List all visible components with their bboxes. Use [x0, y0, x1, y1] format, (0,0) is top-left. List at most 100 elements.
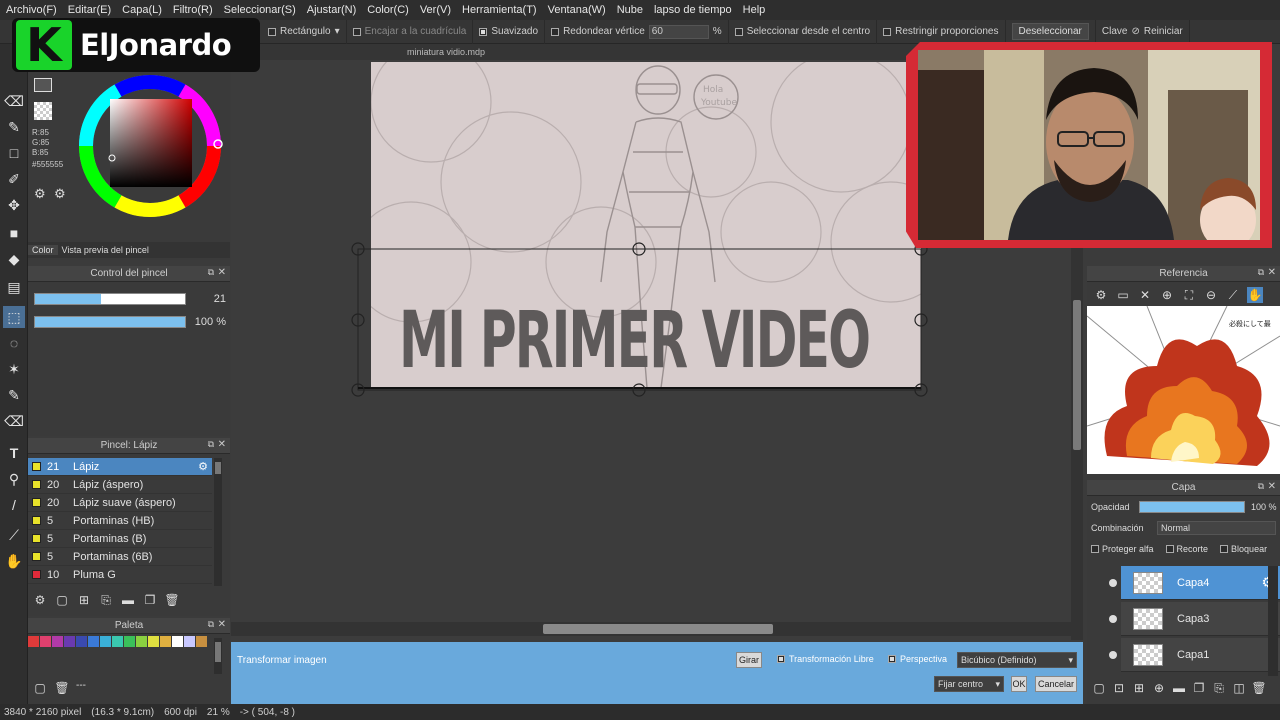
trash-icon[interactable]: 🗑: [164, 592, 180, 608]
palette-swatch[interactable]: [64, 636, 75, 647]
dropper-icon[interactable]: ⚲: [3, 468, 25, 490]
free-transform-option[interactable]: Transformación Libre: [777, 654, 874, 664]
close-icon[interactable]: ✕: [218, 619, 226, 630]
zoom-in-icon[interactable]: ⊕: [1159, 287, 1175, 303]
pivot-select[interactable]: Fijar centro ▾: [934, 676, 1004, 692]
bucket-icon[interactable]: ◆: [3, 248, 25, 270]
vertical-scroll-thumb[interactable]: [1073, 300, 1081, 450]
palette-swatch[interactable]: [172, 636, 183, 647]
palette-icon[interactable]: ⚙: [34, 186, 46, 202]
layer-row[interactable]: Capa4⚙: [1121, 566, 1280, 600]
palette-swatch[interactable]: [52, 636, 63, 647]
perspective-checkbox[interactable]: [888, 655, 896, 663]
close-icon[interactable]: ✕: [218, 267, 226, 278]
eye-icon[interactable]: [1109, 579, 1117, 587]
folder-icon[interactable]: ▬: [120, 592, 136, 608]
round-value-input[interactable]: 60: [648, 24, 709, 39]
layer-row[interactable]: Capa3: [1121, 602, 1280, 636]
magic-eraser-icon[interactable]: ✎: [3, 116, 25, 138]
line-pen-icon[interactable]: /: [3, 494, 25, 516]
popout-icon[interactable]: ⧉: [208, 439, 214, 450]
text-tool-icon[interactable]: T: [3, 442, 25, 464]
center-checkbox[interactable]: [734, 27, 743, 36]
popout-icon[interactable]: ⧉: [1258, 267, 1264, 278]
clip-option[interactable]: Recorte: [1165, 544, 1208, 554]
rotate-button[interactable]: Girar: [736, 652, 762, 668]
layer-opacity-slider[interactable]: [1139, 501, 1245, 513]
layer-scrollbar[interactable]: [1268, 566, 1278, 676]
hand-icon[interactable]: ✋: [3, 550, 25, 572]
merge-icon[interactable]: ⎘: [1211, 680, 1227, 696]
ok-button[interactable]: OK: [1011, 676, 1027, 692]
clave-option[interactable]: Clave ⊘ Reiniciar: [1096, 19, 1190, 44]
smooth-checkbox[interactable]: [479, 27, 488, 36]
layer-row[interactable]: Capa1: [1121, 638, 1280, 672]
menu-color[interactable]: Color(C): [367, 4, 409, 16]
brush-item[interactable]: 20 Lápiz (áspero): [28, 476, 212, 494]
smooth-option[interactable]: Suavizado: [473, 19, 546, 44]
palette-swatch[interactable]: [28, 636, 39, 647]
menu-editar[interactable]: Editar(E): [68, 4, 111, 16]
close-icon[interactable]: ✕: [1268, 481, 1276, 492]
snap-checkbox[interactable]: [352, 27, 361, 36]
brush-item[interactable]: 5 Portaminas (6B): [28, 548, 212, 566]
gradient-icon[interactable]: ▤: [3, 276, 25, 298]
brush-settings-icon[interactable]: ⚙: [32, 592, 48, 608]
menu-help[interactable]: Help: [743, 4, 766, 16]
gear-icon[interactable]: ⚙: [1093, 287, 1109, 303]
close-icon[interactable]: ✕: [1137, 287, 1153, 303]
new-layer-icon[interactable]: ▢: [1091, 680, 1107, 696]
trash-icon[interactable]: 🗑: [54, 680, 70, 696]
palette-swatch[interactable]: [148, 636, 159, 647]
snap-option[interactable]: Encajar a la cuadrícula: [347, 19, 474, 44]
perspective-option[interactable]: Perspectiva: [888, 654, 947, 664]
menu-seleccionar[interactable]: Seleccionar(S): [224, 4, 296, 16]
menu-herramienta[interactable]: Herramienta(T): [462, 4, 537, 16]
palette-swatch[interactable]: [124, 636, 135, 647]
round-option[interactable]: Redondear vértice 60 %: [545, 19, 729, 44]
center-option[interactable]: Seleccionar desde el centro: [729, 19, 878, 44]
menu-filtro[interactable]: Filtro(R): [173, 4, 213, 16]
menu-ver[interactable]: Ver(V): [420, 4, 451, 16]
zoom-out-icon[interactable]: ⊖: [1203, 287, 1219, 303]
palette-swatch[interactable]: [40, 636, 51, 647]
palette-swatch[interactable]: [88, 636, 99, 647]
palette-settings-icon[interactable]: ⚙: [54, 186, 66, 202]
tab-color[interactable]: Color: [28, 245, 58, 255]
menu-nube[interactable]: Nube: [617, 4, 643, 16]
eyedropper-icon[interactable]: ⟋: [3, 524, 25, 546]
add-brush-icon[interactable]: ⊞: [76, 592, 92, 608]
reference-image[interactable]: 必殺にして最: [1087, 306, 1280, 474]
new-page-icon[interactable]: ▢: [32, 680, 48, 696]
blend-select[interactable]: Normal: [1157, 521, 1276, 535]
select-eraser-icon[interactable]: ⌫: [3, 410, 25, 432]
select-rect-icon[interactable]: ⬚: [3, 306, 25, 328]
brush-item[interactable]: 21 Lápiz ⚙: [28, 458, 212, 476]
new-raster-icon[interactable]: ⊡: [1111, 680, 1127, 696]
folder-icon[interactable]: ▭: [1115, 287, 1131, 303]
free-transform-checkbox[interactable]: [777, 655, 785, 663]
lasso-icon[interactable]: ◌: [3, 332, 25, 354]
horizontal-scroll-thumb[interactable]: [543, 624, 773, 634]
menu-ajustar[interactable]: Ajustar(N): [307, 4, 357, 16]
brush-item[interactable]: 10 Pluma G: [28, 566, 212, 584]
deselect-button[interactable]: Deseleccionar: [1011, 23, 1089, 40]
copy-brush-icon[interactable]: ⎘: [98, 592, 114, 608]
palette-swatch[interactable]: [184, 636, 195, 647]
mask-icon[interactable]: ◫: [1231, 680, 1247, 696]
transparent-swatch[interactable]: [34, 102, 52, 120]
select-pen-icon[interactable]: ✎: [3, 384, 25, 406]
menu-capa[interactable]: Capa(L): [122, 4, 162, 16]
palette-swatch[interactable]: [196, 636, 207, 647]
palette-swatch[interactable]: [136, 636, 147, 647]
palette-swatch[interactable]: [76, 636, 87, 647]
palette-swatch[interactable]: [160, 636, 171, 647]
menu-ventana[interactable]: Ventana(W): [548, 4, 606, 16]
pen-tool-icon[interactable]: ✐: [3, 168, 25, 190]
close-icon[interactable]: ✕: [1268, 267, 1276, 278]
magic-wand-icon[interactable]: ✶: [3, 358, 25, 380]
lock-option[interactable]: Bloquear: [1220, 544, 1267, 554]
brush-item[interactable]: 5 Portaminas (B): [28, 530, 212, 548]
restrict-option[interactable]: Restringir proporciones: [877, 19, 1006, 44]
color-wheel[interactable]: [78, 66, 226, 224]
